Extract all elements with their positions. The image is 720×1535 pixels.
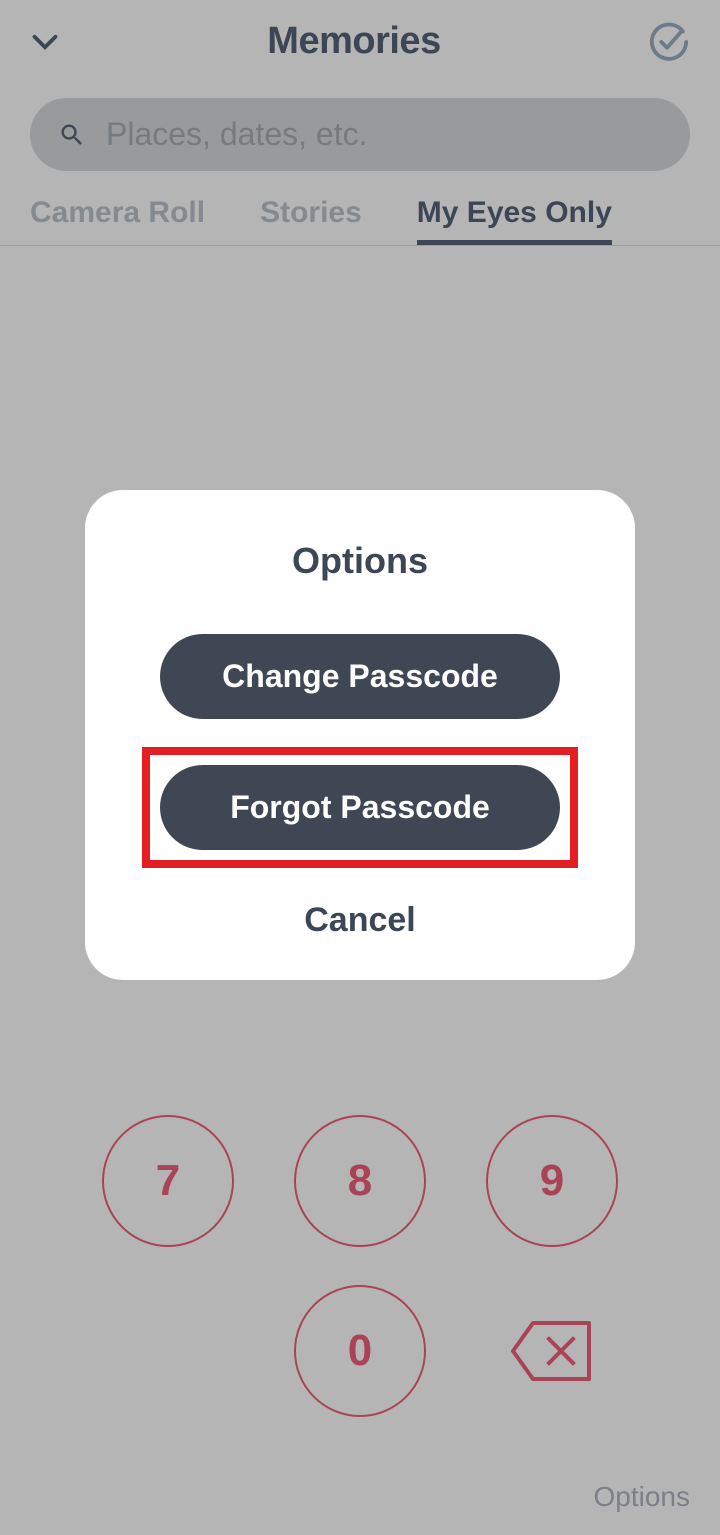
options-link[interactable]: Options <box>594 1481 691 1513</box>
passcode-keypad: 7 8 9 0 <box>0 1115 720 1495</box>
forgot-passcode-button[interactable]: Forgot Passcode <box>160 765 560 850</box>
page-title: Memories <box>267 20 440 63</box>
keypad-row: 0 <box>102 1285 618 1417</box>
cancel-button[interactable]: Cancel <box>304 901 416 940</box>
keypad-row: 7 8 9 <box>102 1115 618 1247</box>
header: Memories <box>0 0 720 73</box>
modal-title: Options <box>292 540 428 582</box>
keypad-key-7[interactable]: 7 <box>102 1115 234 1247</box>
highlight-annotation: Forgot Passcode <box>142 747 578 868</box>
search-input[interactable]: Places, dates, etc. <box>30 98 690 171</box>
change-passcode-button[interactable]: Change Passcode <box>160 634 560 719</box>
keypad-key-8[interactable]: 8 <box>294 1115 426 1247</box>
tabs-container: Camera Roll Stories My Eyes Only <box>0 186 720 246</box>
select-check-icon[interactable] <box>648 21 690 63</box>
keypad-key-9[interactable]: 9 <box>486 1115 618 1247</box>
keypad-key-0[interactable]: 0 <box>294 1285 426 1417</box>
search-placeholder: Places, dates, etc. <box>106 116 367 153</box>
tab-camera-roll[interactable]: Camera Roll <box>30 196 205 245</box>
close-chevron-icon[interactable] <box>30 27 60 57</box>
search-icon <box>58 121 86 149</box>
backspace-icon[interactable] <box>486 1285 618 1417</box>
options-modal: Options Change Passcode Forgot Passcode … <box>85 490 635 980</box>
keypad-empty <box>102 1285 234 1417</box>
tab-stories[interactable]: Stories <box>260 196 362 245</box>
tab-my-eyes-only[interactable]: My Eyes Only <box>417 196 612 245</box>
